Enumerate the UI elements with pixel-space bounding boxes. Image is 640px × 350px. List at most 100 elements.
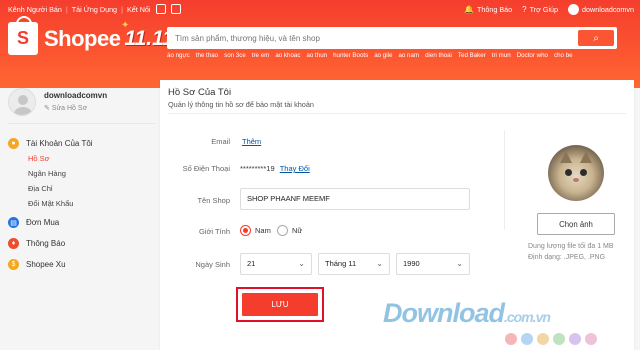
shop-name-label: Tên Shop xyxy=(197,196,230,205)
keyword-link[interactable]: son 3ce xyxy=(224,52,246,59)
sidebar-item-notifications[interactable]: ♦ Thông Báo xyxy=(8,236,158,251)
keyword-link[interactable]: ao khoac xyxy=(275,52,300,59)
seller-channel-link[interactable]: Kênh Người Bán xyxy=(8,5,62,14)
shop-name-input[interactable]: SHOP PHAANF MEEMF xyxy=(240,188,470,210)
keyword-link[interactable]: Ted Baker xyxy=(458,52,486,59)
birthday-label: Ngày Sinh xyxy=(195,260,230,269)
search-keywords: áo ngực the thao son 3ce tre em ao khoac… xyxy=(167,52,617,59)
save-button-highlight: LƯU xyxy=(236,287,324,322)
birth-year-select[interactable]: 1990 ⌄ xyxy=(396,253,470,275)
keyword-link[interactable]: ao nam xyxy=(398,52,419,59)
chevron-down-icon: ⌄ xyxy=(456,259,463,268)
birth-month-select[interactable]: Tháng 11 ⌄ xyxy=(318,253,390,275)
search-bar: ⌕ xyxy=(167,27,617,49)
sidebar-item-label: Thông Báo xyxy=(26,239,66,248)
dot-decoration xyxy=(569,333,581,345)
clipboard-icon: ▤ xyxy=(8,217,19,228)
user-icon: ● xyxy=(8,138,19,149)
sidebar-item-label: Đơn Mua xyxy=(26,218,60,227)
sidebar-item-bank[interactable]: Ngân Hàng xyxy=(8,166,158,181)
gender-label: Giới Tính xyxy=(198,227,230,236)
keyword-link[interactable]: the thao xyxy=(196,52,218,59)
keyword-link[interactable]: dien thoai xyxy=(425,52,452,59)
download-app-link[interactable]: Tải Ứng Dụng xyxy=(72,5,117,14)
profile-photo xyxy=(548,145,604,201)
shopping-bag-icon: S xyxy=(8,16,38,55)
sidebar-item-change-password[interactable]: Đổi Mật Khẩu xyxy=(8,196,158,211)
radio-checked-icon xyxy=(240,225,251,236)
facebook-icon[interactable] xyxy=(155,4,166,14)
account-menu[interactable]: downloadcomvn xyxy=(568,3,634,15)
sparkle-icon: ✦ xyxy=(121,20,130,31)
brand-name: Shopee xyxy=(44,25,121,51)
chevron-down-icon: ⌄ xyxy=(376,259,383,268)
dot-decoration xyxy=(553,333,565,345)
dot-decoration xyxy=(521,333,533,345)
shopee-logo[interactable]: S Shopee 11.11 ✦ xyxy=(8,16,174,55)
keyword-link[interactable]: tre em xyxy=(252,52,270,59)
sidebar-menu: ● Tài Khoản Của Tôi Hồ Sơ Ngân Hàng Địa … xyxy=(8,136,158,272)
phone-field: *********19 Thay Đổi xyxy=(240,164,310,173)
keyword-link[interactable]: hunter Boots xyxy=(333,52,368,59)
bell-icon: 🔔 xyxy=(464,4,474,14)
sidebar-item-my-account[interactable]: ● Tài Khoản Của Tôi xyxy=(8,136,158,151)
birth-year-value: 1990 xyxy=(403,259,420,268)
dot-decoration xyxy=(505,333,517,345)
account-sidebar: downloadcomvn ✎ Sửa Hồ Sơ ● Tài Khoản Củ… xyxy=(0,88,160,350)
account-name: downloadcomvn xyxy=(582,4,634,14)
sidebar-item-orders[interactable]: ▤ Đơn Mua xyxy=(8,215,158,230)
edit-profile-link[interactable]: ✎ Sửa Hồ Sơ xyxy=(44,104,87,112)
separator: | xyxy=(65,4,68,14)
email-label: Email xyxy=(211,137,230,146)
watermark-domain: .com.vn xyxy=(504,309,551,325)
chevron-down-icon: ⌄ xyxy=(298,259,305,268)
radio-unchecked-icon xyxy=(277,225,288,236)
user-avatar-icon xyxy=(568,3,580,15)
avatar[interactable] xyxy=(8,88,36,116)
watermark-dots xyxy=(505,333,597,345)
coin-icon: $ xyxy=(8,259,19,270)
gender-male-radio[interactable]: Nam xyxy=(240,225,271,236)
help-icon: ? xyxy=(522,4,527,14)
notifications-label: Thông Báo xyxy=(477,4,513,14)
top-bar: Kênh Người Bán | Tải Ứng Dụng | Kết Nối … xyxy=(0,0,640,18)
notifications-link[interactable]: 🔔 Thông Báo xyxy=(464,5,512,14)
keyword-link[interactable]: Doctor who xyxy=(517,52,548,59)
search-input[interactable] xyxy=(167,27,577,49)
keyword-link[interactable]: tri mun xyxy=(492,52,511,59)
dot-decoration xyxy=(537,333,549,345)
sidebar-item-shopee-coins[interactable]: $ Shopee Xu xyxy=(8,257,158,272)
birth-day-select[interactable]: 21 ⌄ xyxy=(240,253,312,275)
birth-day-value: 21 xyxy=(247,259,256,268)
keyword-link[interactable]: cho be xyxy=(554,52,573,59)
save-button[interactable]: LƯU xyxy=(242,293,318,316)
instagram-icon[interactable] xyxy=(170,4,181,14)
sidebar-item-label: Shopee Xu xyxy=(26,260,66,269)
search-icon: ⌕ xyxy=(593,32,599,44)
sidebar-item-address[interactable]: Địa Chỉ xyxy=(8,181,158,196)
page-title: Hồ Sơ Của Tôi xyxy=(168,87,232,98)
divider xyxy=(168,113,626,114)
keyword-link[interactable]: ao gile xyxy=(374,52,392,59)
gender-male-label: Nam xyxy=(255,226,271,235)
connect-label: Kết Nối xyxy=(126,4,151,14)
birth-month-value: Tháng 11 xyxy=(325,259,357,268)
pencil-icon: ✎ xyxy=(44,105,52,112)
bell-icon: ♦ xyxy=(8,238,19,249)
search-button[interactable]: ⌕ xyxy=(578,30,614,46)
choose-image-button[interactable]: Chọn ảnh xyxy=(537,213,615,235)
gender-female-label: Nữ xyxy=(292,226,303,235)
change-phone-link[interactable]: Thay Đổi xyxy=(280,164,310,173)
help-link[interactable]: ? Trợ Giúp xyxy=(522,5,558,14)
separator: | xyxy=(121,4,123,14)
sidebar-item-profile[interactable]: Hồ Sơ xyxy=(8,151,158,166)
gender-female-radio[interactable]: Nữ xyxy=(277,225,302,236)
watermark-text: Download xyxy=(383,298,505,328)
add-email-link[interactable]: Thêm xyxy=(242,137,261,146)
sidebar-username: downloadcomvn xyxy=(44,91,108,100)
file-format-hint: Định dạng: .JPEG, .PNG xyxy=(528,254,606,261)
phone-value: *********19 xyxy=(240,164,275,173)
keyword-link[interactable]: ao thun xyxy=(306,52,327,59)
download-watermark: Download.com.vn xyxy=(383,298,551,329)
keyword-link[interactable]: áo ngực xyxy=(167,52,190,59)
